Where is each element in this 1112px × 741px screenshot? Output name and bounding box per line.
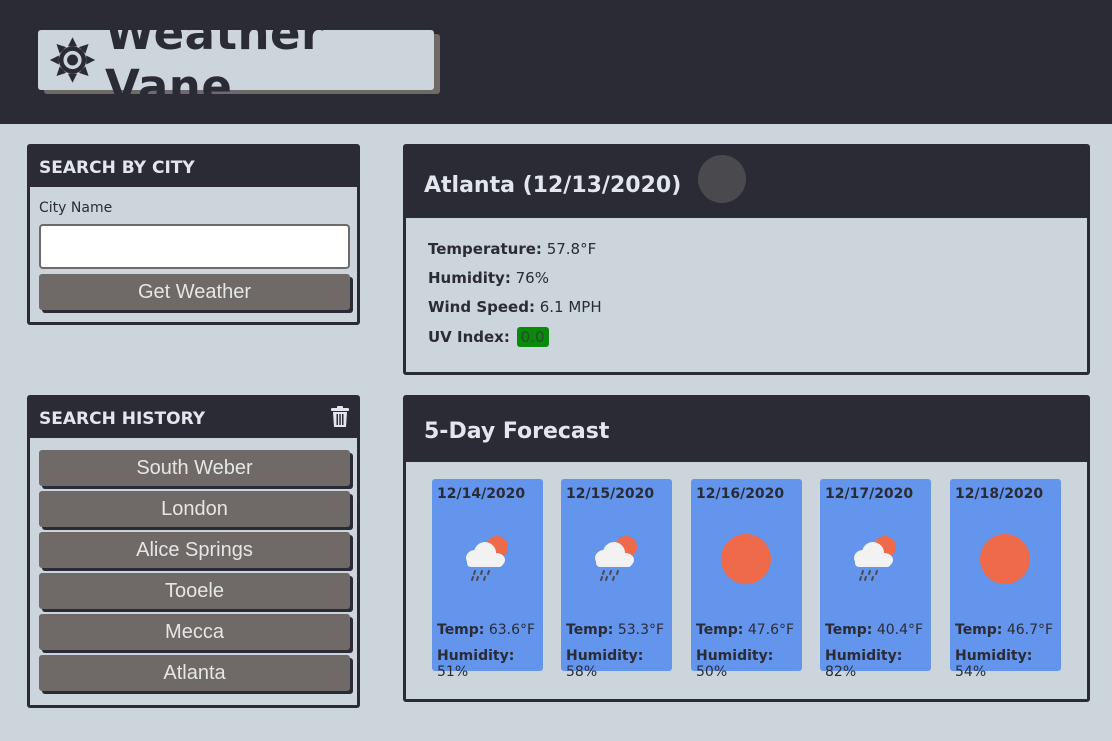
forecast-humidity: Humidity: 82% xyxy=(825,648,931,680)
forecast-temp: Temp: 63.6°F xyxy=(437,622,535,638)
search-history-heading: SEARCH HISTORY xyxy=(39,409,206,429)
history-item[interactable]: Mecca xyxy=(39,614,350,650)
forecast-temp-label: Temp: xyxy=(696,622,744,638)
forecast-humidity-value: 50% xyxy=(696,664,728,680)
weather-icon xyxy=(698,155,746,203)
forecast-header: 5-Day Forecast xyxy=(406,398,1087,462)
search-card: SEARCH BY CITY City Name Get Weather xyxy=(27,144,360,325)
forecast-humidity-value: 51% xyxy=(437,664,469,680)
search-history-card: SEARCH HISTORY South Weber London Alice … xyxy=(27,395,360,708)
uv-row: UV Index: 0.0 xyxy=(428,327,602,356)
forecast-humidity-value: 82% xyxy=(825,664,857,680)
search-heading: SEARCH BY CITY xyxy=(30,147,357,187)
forecast-temp: Temp: 46.7°F xyxy=(955,622,1053,638)
uv-badge: 0.0 xyxy=(516,327,549,347)
trash-icon[interactable] xyxy=(331,406,349,428)
forecast-humidity-label: Humidity: xyxy=(825,648,903,664)
forecast-temp-value: 46.7°F xyxy=(1006,622,1054,638)
forecast-humidity-value: 58% xyxy=(566,664,598,680)
forecast-day-card: 12/16/2020 Temp: 47.6°F Humidity: 50% xyxy=(691,479,802,680)
forecast-humidity-label: Humidity: xyxy=(566,648,644,664)
history-item[interactable]: London xyxy=(39,491,350,527)
forecast-humidity-label: Humidity: xyxy=(955,648,1033,664)
forecast-temp: Temp: 47.6°F xyxy=(696,622,794,638)
humidity-row: Humidity: 76% xyxy=(428,269,602,298)
wind-row: Wind Speed: 6.1 MPH xyxy=(428,298,602,327)
uv-label: UV Index: xyxy=(428,328,510,346)
rain-cloud-sun-icon xyxy=(854,536,896,581)
temperature-value: 57.8°F xyxy=(546,240,597,258)
forecast-day-card: 12/15/2020 Temp: 53.3°F Humidity: 58% xyxy=(561,479,672,680)
forecast-date: 12/16/2020 xyxy=(696,486,785,502)
get-weather-button[interactable]: Get Weather xyxy=(39,274,350,310)
rain-cloud-sun-icon xyxy=(466,536,508,581)
city-name-input[interactable] xyxy=(39,224,350,269)
forecast-temp-label: Temp: xyxy=(955,622,1003,638)
humidity-value: 76% xyxy=(515,269,549,287)
history-item[interactable]: Alice Springs xyxy=(39,532,350,568)
forecast-date: 12/14/2020 xyxy=(437,486,526,502)
rain-cloud-sun-icon xyxy=(595,536,637,581)
forecast-temp-label: Temp: xyxy=(825,622,873,638)
forecast-date: 12/15/2020 xyxy=(566,486,655,502)
history-item[interactable]: Tooele xyxy=(39,573,350,609)
current-stats: Temperature: 57.8°F Humidity: 76% Wind S… xyxy=(428,240,602,356)
wind-label: Wind Speed: xyxy=(428,298,535,316)
forecast-temp-value: 47.6°F xyxy=(747,622,795,638)
forecast-temp-label: Temp: xyxy=(437,622,485,638)
forecast-temp-label: Temp: xyxy=(566,622,614,638)
forecast-humidity-label: Humidity: xyxy=(696,648,774,664)
current-weather-header: Atlanta (12/13/2020) xyxy=(406,147,1087,218)
forecast-date: 12/17/2020 xyxy=(825,486,914,502)
forecast-day-card: 12/18/2020 Temp: 46.7°F Humidity: 54% xyxy=(950,479,1061,680)
sun-gear-icon xyxy=(49,37,96,83)
wind-value: 6.1 MPH xyxy=(539,298,602,316)
history-item[interactable]: South Weber xyxy=(39,450,350,486)
city-date-title: Atlanta (12/13/2020) xyxy=(424,173,682,198)
sun-icon xyxy=(980,534,1030,584)
history-item[interactable]: Atlanta xyxy=(39,655,350,691)
forecast-date: 12/18/2020 xyxy=(955,486,1044,502)
humidity-label: Humidity: xyxy=(428,269,511,287)
top-bar: Weather Vane xyxy=(0,0,1112,124)
forecast-humidity-label: Humidity: xyxy=(437,648,515,664)
city-name-label: City Name xyxy=(39,200,113,216)
forecast-temp-value: 63.6°F xyxy=(488,622,536,638)
brand: Weather Vane xyxy=(38,7,434,113)
forecast-card: 5-Day Forecast 12/14/2020 Temp: 63.6°F Hum… xyxy=(403,395,1090,702)
forecast-humidity: Humidity: 54% xyxy=(955,648,1061,680)
sun-icon xyxy=(721,534,771,584)
forecast-temp: Temp: 40.4°F xyxy=(825,622,923,638)
forecast-humidity-value: 54% xyxy=(955,664,987,680)
app-title: Weather Vane xyxy=(105,7,324,113)
forecast-temp-value: 53.3°F xyxy=(617,622,665,638)
forecast-humidity: Humidity: 50% xyxy=(696,648,802,680)
search-history-header: SEARCH HISTORY xyxy=(30,398,357,438)
forecast-title: 5-Day Forecast xyxy=(424,419,610,444)
forecast-day-card: 12/17/2020 Temp: 40.4°F Humidity: 82% xyxy=(820,479,931,680)
current-weather-card: Atlanta (12/13/2020) Temperature: 57.8°F… xyxy=(403,144,1090,375)
forecast-humidity: Humidity: 58% xyxy=(566,648,672,680)
temperature-label: Temperature: xyxy=(428,240,542,258)
temperature-row: Temperature: 57.8°F xyxy=(428,240,602,269)
forecast-humidity: Humidity: 51% xyxy=(437,648,543,680)
forecast-temp-value: 40.4°F xyxy=(876,622,924,638)
forecast-day-card: 12/14/2020 Temp: 63.6°F Humidity: 51% xyxy=(432,479,543,680)
forecast-temp: Temp: 53.3°F xyxy=(566,622,664,638)
